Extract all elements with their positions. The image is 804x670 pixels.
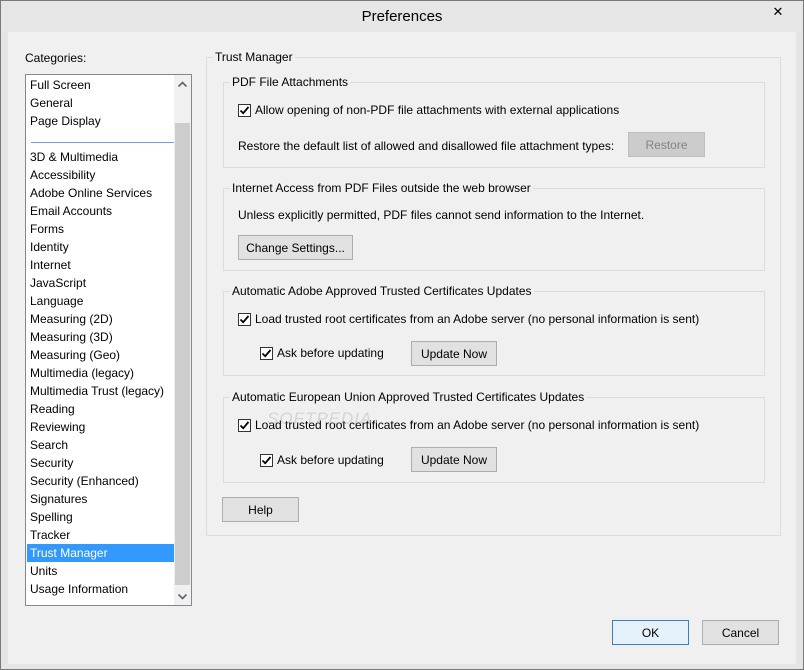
category-item[interactable]: Page Display [27,112,174,130]
adobe-load-certs-checkbox-row[interactable]: Load trusted root certificates from an A… [238,312,699,326]
adobe-ask-before-checkbox[interactable] [260,346,273,360]
adobe-load-certs-label: Load trusted root certificates from an A… [255,312,700,326]
internet-access-group: Internet Access from PDF Files outside t… [223,181,765,271]
category-item[interactable]: Measuring (3D) [27,328,174,346]
eu-ask-before-label: Ask before updating [277,453,384,467]
checkmark-icon [239,420,250,430]
ok-button[interactable]: OK [612,620,689,645]
category-item[interactable]: Reading [27,400,174,418]
category-item[interactable]: Multimedia (legacy) [27,364,174,382]
category-item[interactable]: Units [27,562,174,580]
category-item[interactable]: Email Accounts [27,202,174,220]
category-item[interactable]: Usage Information [27,580,174,598]
adobe-certificates-legend: Automatic Adobe Approved Trusted Certifi… [230,284,534,298]
category-item[interactable]: Signatures [27,490,174,508]
chevron-up-icon [178,80,187,87]
eu-ask-before-checkbox-row[interactable]: Ask before updating [260,453,384,467]
category-item[interactable]: 3D & Multimedia [27,148,174,166]
eu-update-now-button[interactable]: Update Now [411,447,497,472]
checkmark-icon [239,314,250,324]
category-item[interactable]: Forms [27,220,174,238]
scroll-down-arrow[interactable] [174,588,191,605]
category-item[interactable]: Tracker [27,526,174,544]
category-item[interactable]: Spelling [27,508,174,526]
title-bar[interactable]: Preferences ✕ [1,1,803,32]
category-item[interactable]: Accessibility [27,166,174,184]
adobe-update-now-button[interactable]: Update Now [411,341,497,366]
cancel-button[interactable]: Cancel [702,620,779,645]
restore-description: Restore the default list of allowed and … [238,139,615,153]
category-item[interactable]: Multimedia Trust (legacy) [27,382,174,400]
category-item[interactable]: Search [27,436,174,454]
category-item[interactable]: Measuring (2D) [27,310,174,328]
close-icon: ✕ [772,4,784,19]
pdf-attachments-group: PDF File Attachments Allow opening of no… [223,75,765,168]
scroll-up-arrow[interactable] [174,75,191,92]
eu-load-certs-checkbox[interactable] [238,418,251,432]
adobe-ask-before-checkbox-row[interactable]: Ask before updating [260,346,384,360]
category-item[interactable]: Language [27,292,174,310]
pdf-attachments-legend: PDF File Attachments [230,75,351,89]
trust-manager-title: Trust Manager [213,50,295,64]
categories-scrollbar[interactable] [174,75,191,605]
eu-certificates-legend: Automatic European Union Approved Truste… [230,390,587,404]
category-item[interactable]: Reviewing [27,418,174,436]
adobe-ask-before-label: Ask before updating [277,346,384,360]
categories-list[interactable]: Full Screen General Page Display 3D & Mult… [25,74,192,606]
restore-button[interactable]: Restore [628,132,705,157]
checkmark-icon [239,105,250,115]
allow-attachments-checkbox[interactable] [238,103,251,117]
category-item[interactable]: Identity [27,238,174,256]
adobe-certificates-group: Automatic Adobe Approved Trusted Certifi… [223,284,765,376]
eu-ask-before-checkbox[interactable] [260,453,273,467]
category-item[interactable]: Full Screen [27,76,174,94]
category-item[interactable]: Internet [27,256,174,274]
change-settings-button[interactable]: Change Settings... [238,235,353,260]
category-item[interactable]: Measuring (Geo) [27,346,174,364]
categories-label: Categories: [25,51,87,65]
allow-attachments-checkbox-row[interactable]: Allow opening of non-PDF file attachment… [238,103,619,117]
internet-access-legend: Internet Access from PDF Files outside t… [230,181,533,195]
category-item[interactable]: Security (Enhanced) [27,472,174,490]
help-button[interactable]: Help [222,497,299,522]
allow-attachments-label: Allow opening of non-PDF file attachment… [255,103,620,117]
category-item-selected[interactable]: Trust Manager [27,544,174,562]
chevron-down-icon [178,593,187,600]
category-item[interactable]: Security [27,454,174,472]
close-button[interactable]: ✕ [763,2,793,22]
scroll-thumb[interactable] [175,123,190,585]
checkmark-icon [261,455,272,465]
category-item[interactable]: JavaScript [27,274,174,292]
window-title: Preferences [361,8,443,25]
adobe-load-certs-checkbox[interactable] [238,312,251,326]
preferences-window: Preferences ✕ Categories: Full Screen Gen… [0,0,804,670]
internet-access-info: Unless explicitly permitted, PDF files c… [238,208,645,222]
category-item[interactable]: Adobe Online Services [27,184,174,202]
watermark-text: SOFTPEDIA [267,409,373,428]
category-item[interactable]: General [27,94,174,112]
checkmark-icon [261,348,272,358]
dialog-body: Categories: Full Screen General Page Displ… [8,32,796,664]
list-separator [31,142,174,143]
